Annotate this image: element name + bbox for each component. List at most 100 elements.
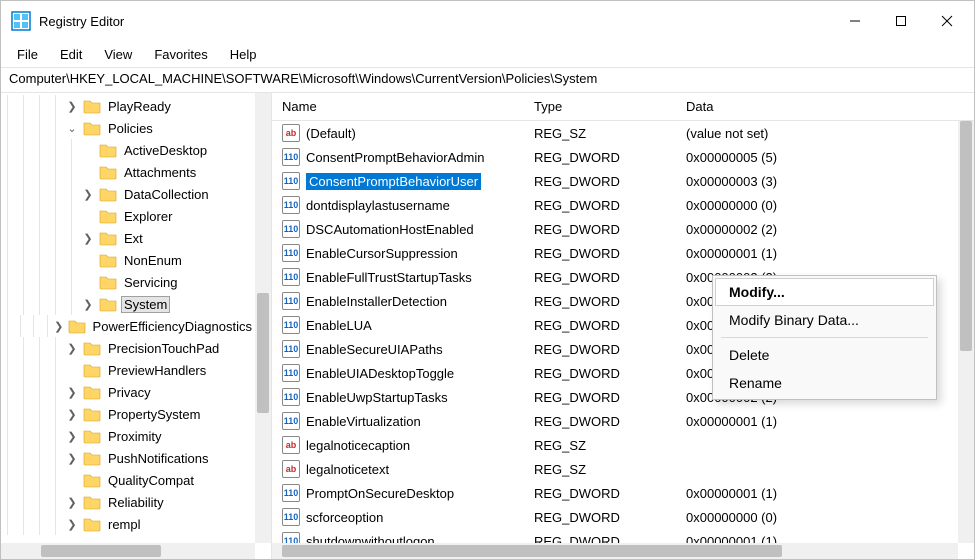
- context-menu-rename[interactable]: Rename: [715, 369, 934, 397]
- expand-icon[interactable]: ❯: [65, 100, 79, 113]
- value-row[interactable]: 110ConsentPromptBehaviorUserREG_DWORD0x0…: [272, 169, 958, 193]
- menu-favorites[interactable]: Favorites: [144, 44, 217, 65]
- tree-horizontal-scrollbar[interactable]: [1, 543, 255, 559]
- tree-item[interactable]: ❯ PrecisionTouchPad: [1, 337, 255, 359]
- column-header-data[interactable]: Data: [676, 95, 974, 118]
- tree-item-label: DataCollection: [121, 186, 212, 203]
- context-menu: Modify... Modify Binary Data... Delete R…: [712, 275, 937, 400]
- value-row[interactable]: 110PromptOnSecureDesktopREG_DWORD0x00000…: [272, 481, 958, 505]
- tree-item[interactable]: ❯PowerEfficiencyDiagnostics: [1, 315, 255, 337]
- tree-item[interactable]: Attachments: [1, 161, 255, 183]
- expand-icon[interactable]: ❯: [81, 232, 95, 245]
- value-name-cell: 110scforceoption: [272, 508, 524, 526]
- value-row[interactable]: 110ConsentPromptBehaviorAdminREG_DWORD0x…: [272, 145, 958, 169]
- close-button[interactable]: [924, 1, 970, 41]
- value-row[interactable]: ab(Default)REG_SZ(value not set): [272, 121, 958, 145]
- address-bar[interactable]: Computer\HKEY_LOCAL_MACHINE\SOFTWARE\Mic…: [1, 67, 974, 93]
- expand-icon[interactable]: ❯: [65, 408, 79, 421]
- tree-item-label: PreviewHandlers: [105, 362, 209, 379]
- value-data: 0x00000000 (0): [676, 510, 958, 525]
- tree-item[interactable]: ❯PropertySystem: [1, 403, 255, 425]
- value-row[interactable]: 110shutdownwithoutlogonREG_DWORD0x000000…: [272, 529, 958, 543]
- folder-icon: [99, 252, 117, 268]
- expand-icon[interactable]: ❯: [65, 430, 79, 443]
- window-controls: [832, 1, 970, 41]
- value-name-cell: 110ConsentPromptBehaviorUser: [272, 172, 524, 190]
- window-title: Registry Editor: [39, 14, 832, 29]
- folder-icon: [99, 274, 117, 290]
- expand-icon[interactable]: ❯: [81, 188, 95, 201]
- expand-icon[interactable]: ❯: [65, 342, 79, 355]
- list-vertical-scrollbar[interactable]: [958, 121, 974, 543]
- maximize-button[interactable]: [878, 1, 924, 41]
- minimize-button[interactable]: [832, 1, 878, 41]
- value-name-cell: 110EnableSecureUIAPaths: [272, 340, 524, 358]
- menu-view[interactable]: View: [94, 44, 142, 65]
- tree-item[interactable]: ActiveDesktop: [1, 139, 255, 161]
- menu-help[interactable]: Help: [220, 44, 267, 65]
- scrollbar-thumb[interactable]: [282, 545, 782, 557]
- tree-item[interactable]: ❯ System: [1, 293, 255, 315]
- tree-item[interactable]: ❯Privacy: [1, 381, 255, 403]
- value-row[interactable]: 110scforceoptionREG_DWORD0x00000000 (0): [272, 505, 958, 529]
- expand-icon[interactable]: ❯: [81, 298, 95, 311]
- menu-edit[interactable]: Edit: [50, 44, 92, 65]
- app-icon: [11, 11, 31, 31]
- tree-item-label: Attachments: [121, 164, 199, 181]
- tree-item-label: System: [121, 296, 170, 313]
- value-type: REG_DWORD: [524, 342, 676, 357]
- value-name: EnableUIADesktopToggle: [306, 366, 454, 381]
- tree-item[interactable]: ❯Reliability: [1, 491, 255, 513]
- value-row[interactable]: 110EnableCursorSuppressionREG_DWORD0x000…: [272, 241, 958, 265]
- value-row[interactable]: ablegalnoticecaptionREG_SZ: [272, 433, 958, 457]
- scrollbar-thumb[interactable]: [960, 121, 972, 351]
- value-name-cell: 110EnableUIADesktopToggle: [272, 364, 524, 382]
- column-header-type[interactable]: Type: [524, 95, 676, 118]
- tree-item[interactable]: ❯Proximity: [1, 425, 255, 447]
- value-row[interactable]: 110dontdisplaylastusernameREG_DWORD0x000…: [272, 193, 958, 217]
- titlebar: Registry Editor: [1, 1, 974, 41]
- context-menu-delete[interactable]: Delete: [715, 341, 934, 369]
- expand-icon[interactable]: ❯: [65, 496, 79, 509]
- tree-item[interactable]: NonEnum: [1, 249, 255, 271]
- tree-item[interactable]: ❯Ext: [1, 227, 255, 249]
- context-menu-modify-binary[interactable]: Modify Binary Data...: [715, 306, 934, 334]
- tree-vertical-scrollbar[interactable]: [255, 93, 271, 543]
- expand-icon[interactable]: ❯: [65, 386, 79, 399]
- value-type: REG_DWORD: [524, 414, 676, 429]
- folder-icon: [83, 362, 101, 378]
- scrollbar-thumb[interactable]: [257, 293, 269, 413]
- folder-icon: [99, 142, 117, 158]
- menu-file[interactable]: File: [7, 44, 48, 65]
- value-row[interactable]: ablegalnoticetextREG_SZ: [272, 457, 958, 481]
- key-tree[interactable]: ❯PlayReady⌄PoliciesActiveDesktop Attachme…: [1, 93, 255, 535]
- expand-icon[interactable]: ❯: [65, 518, 79, 531]
- tree-item-label: NonEnum: [121, 252, 185, 269]
- column-header-name[interactable]: Name: [272, 95, 524, 118]
- value-data: 0x00000001 (1): [676, 414, 958, 429]
- list-horizontal-scrollbar[interactable]: [272, 543, 958, 559]
- tree-item[interactable]: Servicing: [1, 271, 255, 293]
- expand-icon[interactable]: ❯: [54, 320, 64, 333]
- tree-item[interactable]: Explorer: [1, 205, 255, 227]
- context-menu-modify[interactable]: Modify...: [715, 278, 934, 306]
- folder-icon: [99, 208, 117, 224]
- tree-item[interactable]: ⌄Policies: [1, 117, 255, 139]
- value-row[interactable]: 110EnableVirtualizationREG_DWORD0x000000…: [272, 409, 958, 433]
- expand-icon[interactable]: ❯: [65, 452, 79, 465]
- tree-item[interactable]: QualityCompat: [1, 469, 255, 491]
- tree-item-label: PrecisionTouchPad: [105, 340, 222, 357]
- tree-item[interactable]: ❯PlayReady: [1, 95, 255, 117]
- value-type: REG_DWORD: [524, 294, 676, 309]
- value-type: REG_DWORD: [524, 222, 676, 237]
- tree-item[interactable]: PreviewHandlers: [1, 359, 255, 381]
- value-data: 0x00000005 (5): [676, 150, 958, 165]
- scrollbar-thumb[interactable]: [41, 545, 161, 557]
- value-name-cell: 110EnableCursorSuppression: [272, 244, 524, 262]
- tree-item[interactable]: ❯rempl: [1, 513, 255, 535]
- expand-icon[interactable]: ⌄: [65, 122, 79, 135]
- tree-item[interactable]: ❯PushNotifications: [1, 447, 255, 469]
- tree-item[interactable]: ❯ DataCollection: [1, 183, 255, 205]
- value-type-icon: 110: [282, 172, 300, 190]
- value-row[interactable]: 110DSCAutomationHostEnabledREG_DWORD0x00…: [272, 217, 958, 241]
